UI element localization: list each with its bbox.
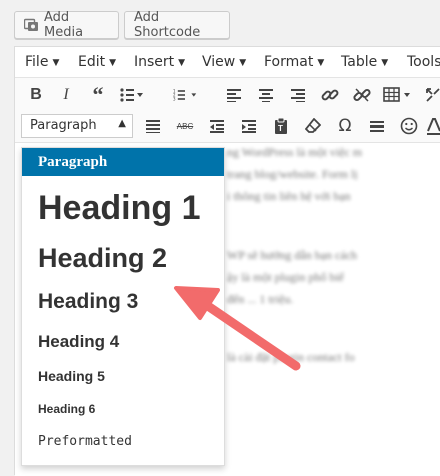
- annotation-arrow: [174, 286, 301, 371]
